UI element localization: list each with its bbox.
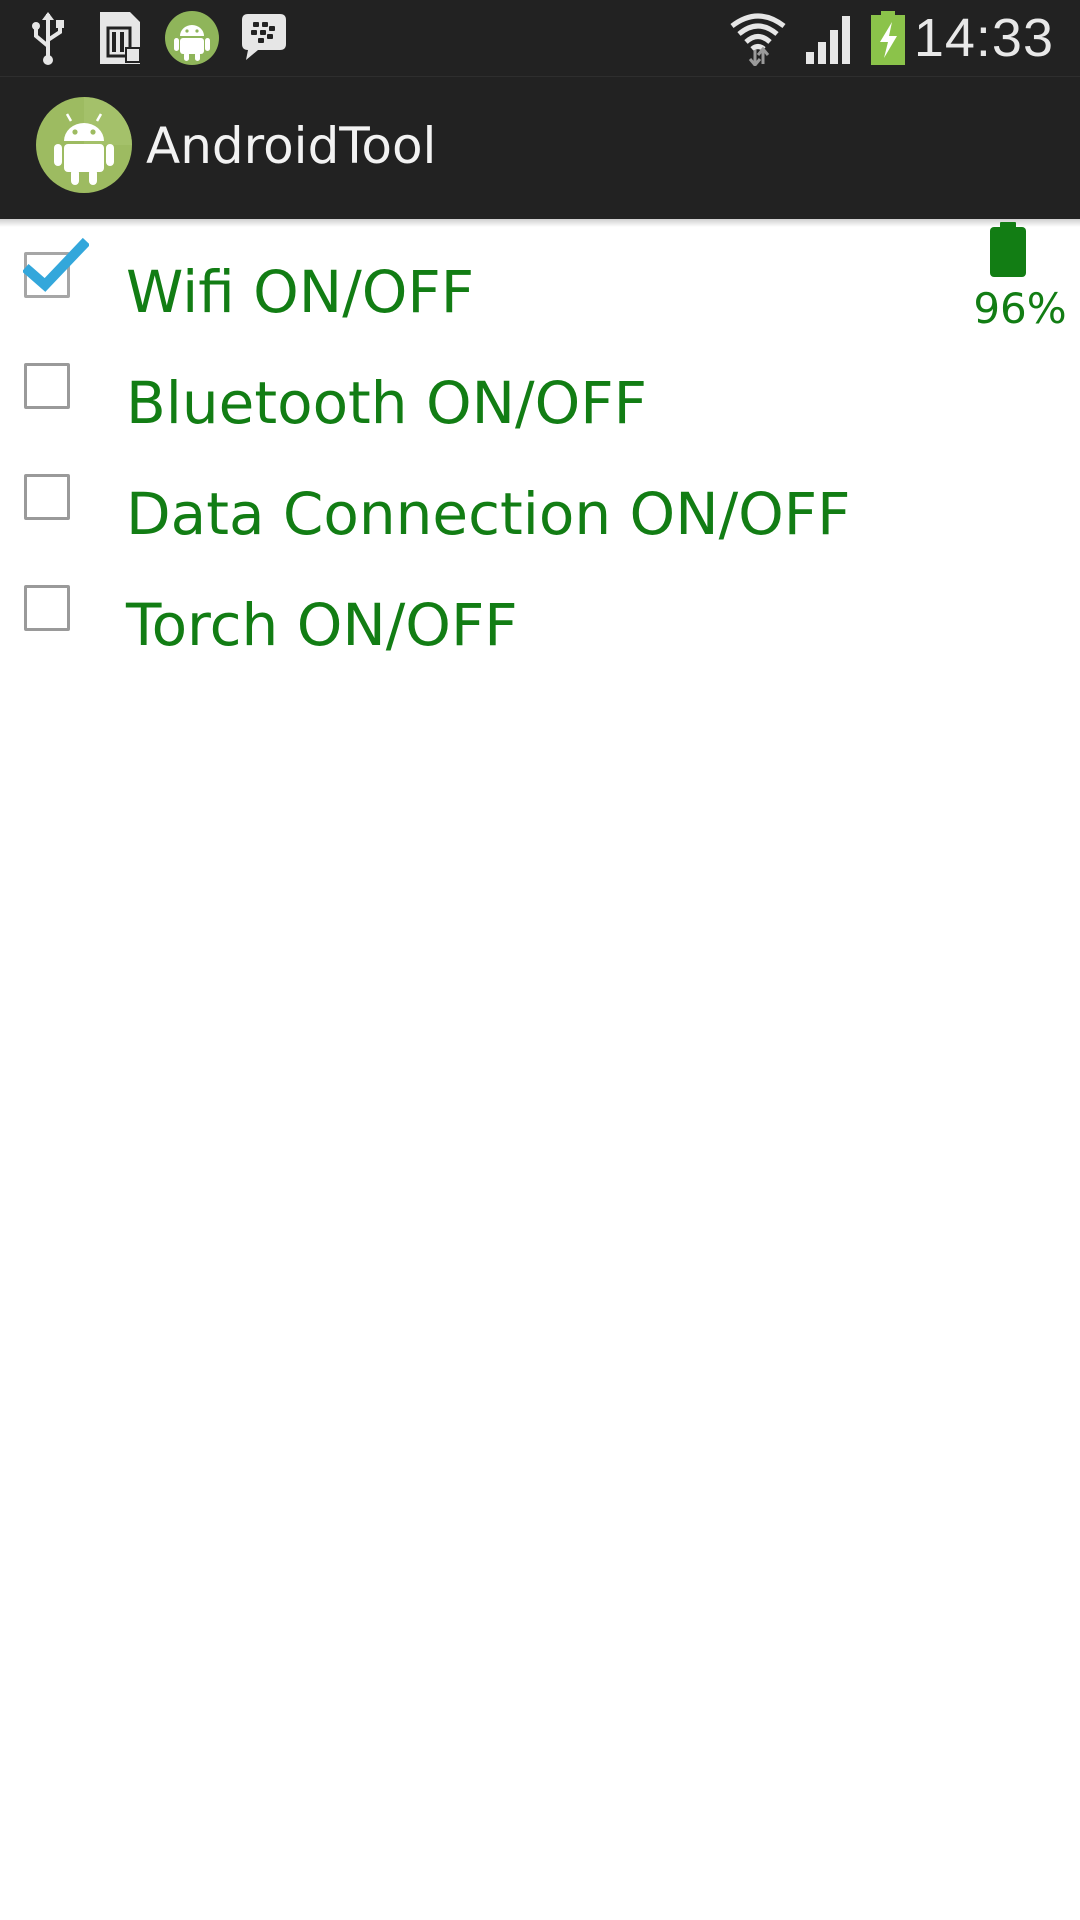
battery-widget: 96% [970, 222, 1070, 342]
data-connection-label[interactable]: Data Connection ON/OFF [126, 478, 851, 550]
toggle-row-bluetooth[interactable]: Bluetooth ON/OFF [0, 339, 1080, 450]
screen: 14:33 AndroidTool Wifi ON/OFF Bluetooth … [0, 0, 1080, 1920]
android-app-icon[interactable] [36, 97, 132, 193]
torch-checkbox[interactable] [24, 585, 70, 631]
action-bar-shadow [0, 219, 1080, 227]
wifi-checkbox[interactable] [23, 237, 89, 298]
status-bar: 14:33 [0, 0, 1080, 77]
wifi-icon [730, 13, 786, 66]
action-bar: AndroidTool [0, 77, 1080, 219]
toggle-list: Wifi ON/OFF Bluetooth ON/OFF Data Connec… [0, 228, 1080, 672]
battery-percent: 96% [973, 284, 1067, 333]
toggle-row-data-connection[interactable]: Data Connection ON/OFF [0, 450, 1080, 561]
wifi-label[interactable]: Wifi ON/OFF [126, 256, 474, 328]
bluetooth-label[interactable]: Bluetooth ON/OFF [126, 367, 647, 439]
android-notification-icon [165, 11, 219, 65]
battery-charging-icon [871, 11, 905, 65]
sd-card-icon [100, 12, 141, 64]
app-title: AndroidTool [146, 117, 437, 175]
bbm-icon [242, 14, 286, 60]
toggle-row-torch[interactable]: Torch ON/OFF [0, 561, 1080, 672]
checkmark-icon [23, 237, 89, 292]
data-connection-checkbox[interactable] [24, 474, 70, 520]
battery-icon [990, 222, 1026, 277]
status-time: 14:33 [913, 8, 1054, 68]
usb-icon [32, 12, 64, 65]
torch-label[interactable]: Torch ON/OFF [126, 589, 518, 661]
bluetooth-checkbox[interactable] [24, 363, 70, 409]
signal-icon [806, 16, 850, 64]
toggle-row-wifi[interactable]: Wifi ON/OFF [0, 228, 1080, 339]
